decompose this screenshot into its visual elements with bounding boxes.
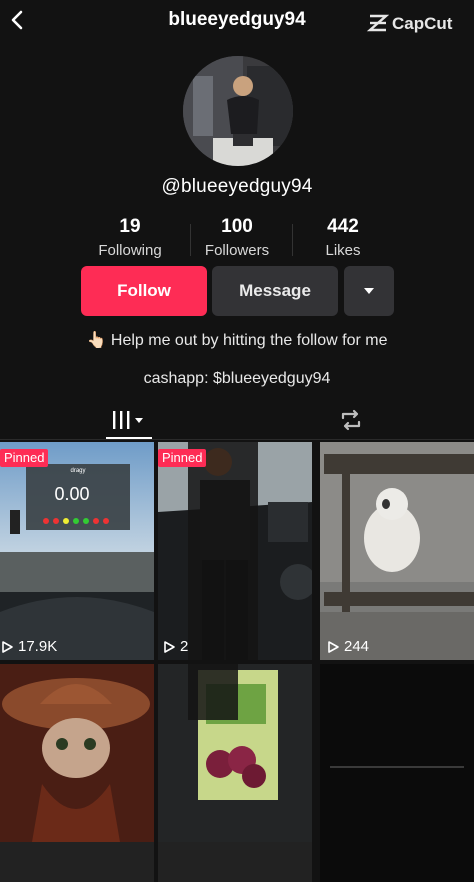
dragy-label: dragy <box>70 468 85 474</box>
video-thumbnail[interactable]: dragy 0.00 <box>0 442 154 660</box>
following-label: Following <box>98 242 162 259</box>
tab-divider <box>0 439 474 440</box>
pointing-hand-icon: 👆🏻 <box>86 332 107 349</box>
watermark-text: CapCut <box>392 14 453 33</box>
message-button[interactable]: Message <box>212 266 338 316</box>
play-icon <box>164 640 175 653</box>
profile-username: @blueeyedguy94 <box>161 176 313 197</box>
followers-label: Followers <box>204 242 270 259</box>
likes-count: 442 <box>327 216 359 237</box>
likes-label: Likes <box>325 242 361 259</box>
avatar[interactable] <box>183 56 293 166</box>
caret-down-icon <box>364 288 374 294</box>
tab-reposts[interactable] <box>328 402 374 438</box>
grid-menu-icon <box>113 411 143 429</box>
play-icon <box>2 640 13 653</box>
play-icon <box>328 640 339 653</box>
view-count: 17.9K <box>0 638 57 655</box>
active-tab-indicator <box>106 437 152 439</box>
capcut-watermark: CapCut <box>366 10 468 36</box>
video-thumbnail[interactable] <box>158 664 312 882</box>
video-thumbnail[interactable] <box>320 442 474 660</box>
view-count-text: 17.9K <box>18 638 58 655</box>
profile-link: cashapp: $blueeyedguy94 <box>143 370 331 387</box>
video-thumbnail[interactable] <box>158 442 312 660</box>
pinned-badge: Pinned <box>158 449 207 467</box>
view-count-text: 2 <box>180 638 189 655</box>
more-options-button[interactable] <box>344 266 394 316</box>
tab-videos[interactable] <box>106 402 152 438</box>
view-count: 2 <box>162 638 188 655</box>
bio-text: Help me out by hitting the follow for me <box>110 332 388 349</box>
followers-count: 100 <box>221 216 253 237</box>
video-thumbnail[interactable] <box>320 664 474 882</box>
following-count: 19 <box>119 216 141 237</box>
pinned-badge: Pinned <box>0 449 49 467</box>
view-count-text: 244 <box>344 638 370 655</box>
stat-likes[interactable]: 442 Likes <box>283 216 403 259</box>
repost-icon <box>341 409 361 431</box>
stat-following[interactable]: 19 Following <box>70 216 190 259</box>
follow-button[interactable]: Follow <box>81 266 207 316</box>
profile-bio: 👆🏻 Help me out by hitting the follow for… <box>0 330 474 350</box>
video-thumbnail[interactable] <box>0 664 154 882</box>
view-count: 244 <box>326 638 369 655</box>
stat-followers[interactable]: 100 Followers <box>177 216 297 259</box>
speed-readout: 0.00 <box>54 484 89 504</box>
